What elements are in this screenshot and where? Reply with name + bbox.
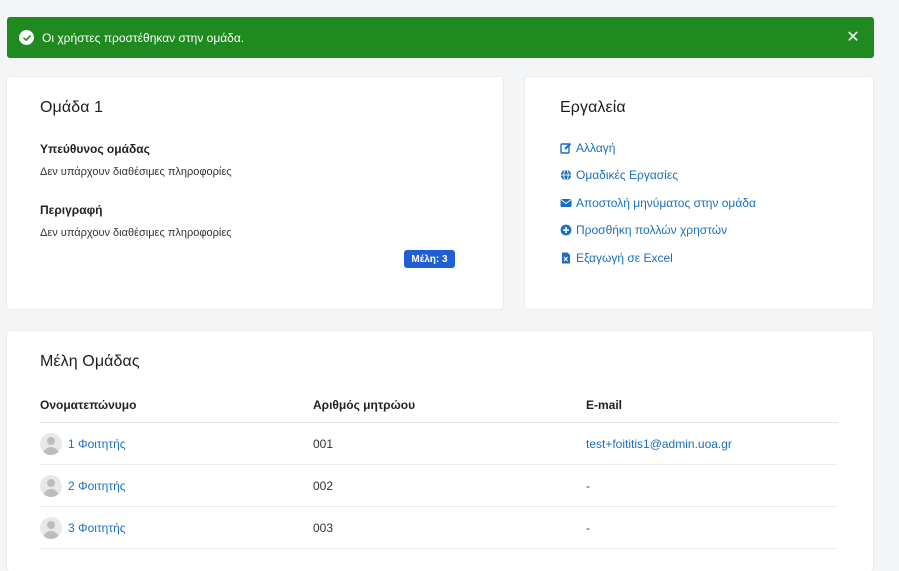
tools-card: Εργαλεία Αλλαγή Ομαδικές Εργασίες Αποστο…	[525, 77, 873, 309]
excel-file-icon	[560, 252, 572, 264]
members-count-badge: Μέλη: 3	[404, 250, 455, 268]
alert-message: Οι χρήστες προστέθηκαν στην ομάδα.	[42, 30, 245, 45]
send-message-label: Αποστολή μηνύματος στην ομάδα	[576, 195, 756, 210]
column-header-name: Ονοματεπώνυμο	[40, 398, 313, 423]
add-multiple-users-link[interactable]: Προσθήκη πολλών χρηστών	[560, 217, 838, 245]
description-value: Δεν υπάρχουν διαθέσιμες πληροφορίες	[40, 227, 232, 239]
member-id: 002	[313, 464, 586, 507]
member-name-link[interactable]: 1 Φοιτητής	[68, 437, 126, 451]
member-email-link[interactable]: test+foititis1@admin.uoa.gr	[586, 437, 732, 451]
export-excel-label: Εξαγωγή σε Excel	[576, 250, 673, 265]
add-multiple-users-label: Προσθήκη πολλών χρηστών	[576, 223, 728, 238]
table-row: 2 Φοιτητής 002 -	[40, 464, 838, 507]
group-assignments-label: Ομαδικές Εργασίες	[576, 168, 678, 183]
group-title: Ομάδα 1	[40, 99, 104, 116]
send-message-link[interactable]: Αποστολή μηνύματος στην ομάδα	[560, 189, 838, 217]
members-title: Μέλη Ομάδας	[40, 353, 140, 370]
group-assignments-link[interactable]: Ομαδικές Εργασίες	[560, 162, 838, 190]
group-info-card: Ομάδα 1 Υπεύθυνος ομάδας Δεν υπάρχουν δι…	[7, 77, 503, 309]
plus-circle-icon	[560, 224, 572, 236]
tools-list: Αλλαγή Ομαδικές Εργασίες Αποστολή μηνύμα…	[560, 134, 838, 272]
description-label: Περιγραφή	[40, 203, 103, 217]
avatar	[40, 474, 62, 497]
members-table: Ονοματεπώνυμο Αριθμός μητρώου E-mail 1 Φ…	[40, 398, 838, 549]
envelope-icon	[560, 197, 572, 209]
avatar	[40, 516, 62, 539]
export-excel-link[interactable]: Εξαγωγή σε Excel	[560, 244, 838, 272]
column-header-id: Αριθμός μητρώου	[313, 398, 586, 423]
edit-group-label: Αλλαγή	[576, 140, 616, 155]
column-header-email: E-mail	[586, 398, 838, 423]
edit-icon	[560, 142, 572, 154]
success-alert: Οι χρήστες προστέθηκαν στην ομάδα. ✕	[7, 17, 874, 58]
member-name-link[interactable]: 2 Φοιτητής	[68, 479, 126, 493]
leader-value: Δεν υπάρχουν διαθέσιμες πληροφορίες	[40, 166, 232, 178]
table-header-row: Ονοματεπώνυμο Αριθμός μητρώου E-mail	[40, 398, 838, 423]
table-row: 3 Φοιτητής 003 -	[40, 506, 838, 549]
leader-label: Υπεύθυνος ομάδας	[40, 142, 150, 156]
avatar	[40, 432, 62, 455]
tools-title: Εργαλεία	[560, 99, 626, 116]
member-id: 003	[313, 506, 586, 549]
edit-group-link[interactable]: Αλλαγή	[560, 134, 838, 162]
close-icon[interactable]: ✕	[844, 29, 862, 46]
member-email: -	[586, 506, 838, 549]
check-circle-icon	[19, 30, 34, 45]
members-card: Μέλη Ομάδας Ονοματεπώνυμο Αριθμός μητρώο…	[7, 331, 873, 571]
member-email: -	[586, 464, 838, 507]
globe-icon	[560, 169, 572, 181]
table-row: 1 Φοιτητής 001 test+foititis1@admin.uoa.…	[40, 422, 838, 465]
member-name-link[interactable]: 3 Φοιτητής	[68, 521, 126, 535]
member-id: 001	[313, 422, 586, 465]
